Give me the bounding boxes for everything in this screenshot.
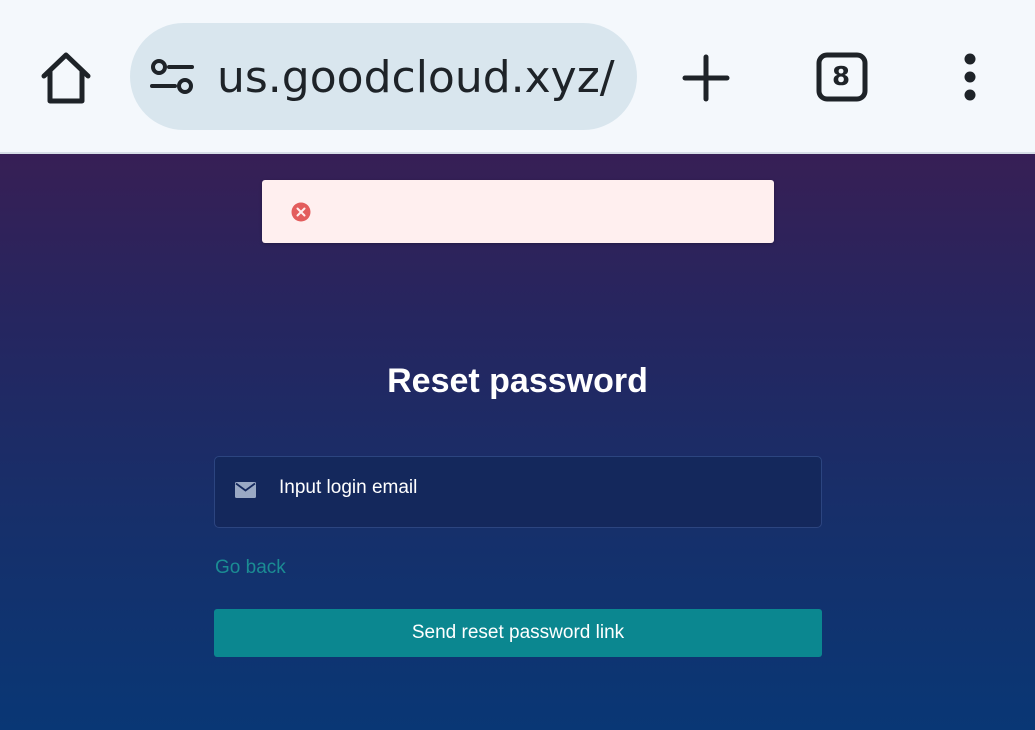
error-icon[interactable] (291, 202, 311, 222)
error-alert (262, 180, 774, 243)
browser-toolbar: us.goodcloud.xyz/ 8 (0, 0, 1035, 154)
reset-password-page: Reset password Go back Send reset passwo… (0, 154, 1035, 730)
go-back-link[interactable]: Go back (215, 556, 286, 580)
mail-icon (235, 482, 256, 498)
tab-count: 8 (831, 62, 851, 92)
page-title: Reset password (387, 362, 648, 400)
email-field[interactable] (214, 456, 822, 528)
tune-icon[interactable] (150, 58, 194, 96)
email-input[interactable] (279, 471, 799, 505)
url-text[interactable]: us.goodcloud.xyz/ (217, 50, 617, 110)
plus-icon[interactable] (682, 54, 730, 102)
send-reset-link-button[interactable]: Send reset password link (214, 609, 822, 657)
more-vertical-icon[interactable] (955, 52, 985, 102)
home-icon[interactable] (36, 50, 96, 106)
